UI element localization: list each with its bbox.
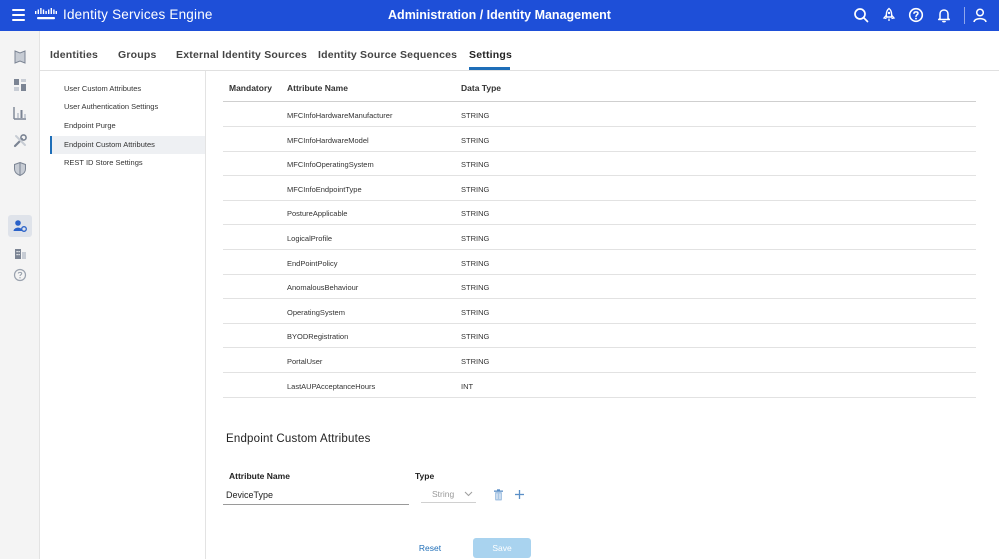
attribute-name-cell: LogicalProfile — [287, 234, 333, 243]
user-icon[interactable] — [972, 7, 988, 23]
section-title: Endpoint Custom Attributes — [226, 433, 371, 445]
active-tab-indicator — [469, 67, 510, 70]
table-row[interactable]: LastAUPAcceptanceHours INT — [223, 373, 976, 398]
data-type-cell: STRING — [461, 111, 490, 120]
tools-icon[interactable] — [12, 133, 28, 149]
column-header-mandatory: Mandatory — [229, 83, 272, 93]
table-row[interactable]: MFCInfoEndpointType STRING — [223, 176, 976, 201]
trash-icon[interactable] — [493, 489, 504, 501]
column-header-attribute-name: Attribute Name — [287, 83, 348, 93]
table-row[interactable]: AnomalousBehaviour STRING — [223, 274, 976, 300]
menu-icon[interactable] — [12, 9, 25, 21]
help-icon[interactable] — [908, 7, 924, 23]
data-type-cell: INT — [461, 381, 474, 391]
data-type-cell: STRING — [461, 184, 490, 194]
data-type-cell: STRING — [461, 135, 490, 145]
work-centers-icon[interactable] — [12, 245, 28, 261]
table-row[interactable]: MFCInfoHardwareModel STRING — [223, 127, 976, 152]
administration-icon[interactable] — [12, 218, 28, 234]
attribute-name-cell: AnomalousBehaviour — [287, 283, 359, 293]
data-type-cell: STRING — [461, 357, 490, 366]
table-row[interactable]: EndPointPolicy STRING — [223, 250, 976, 275]
bookmark-icon[interactable] — [12, 49, 28, 65]
plus-icon[interactable] — [514, 489, 525, 500]
tab-groups[interactable]: Groups — [118, 49, 157, 61]
table-row[interactable]: LogicalProfile STRING — [223, 225, 976, 250]
chevron-down-icon — [464, 491, 473, 497]
menu-item-user-authentication-settings[interactable]: User Authentication Settings — [50, 98, 205, 116]
analytics-icon[interactable] — [12, 105, 28, 121]
data-type-cell: STRING — [461, 332, 490, 342]
table-header: Mandatory Attribute Name Data Type — [223, 71, 976, 102]
attribute-name-cell: LastAUPAcceptanceHours — [287, 381, 376, 391]
reset-button[interactable]: Reset — [408, 538, 452, 558]
tab-identities[interactable]: Identities — [50, 49, 98, 61]
attribute-name-cell: MFCInfoHardwareModel — [287, 135, 369, 145]
attribute-name-cell: MFCInfoEndpointType — [287, 184, 362, 194]
attribute-name-cell: MFCInfoOperatingSystem — [287, 160, 374, 170]
data-type-cell: STRING — [461, 160, 490, 170]
type-select[interactable]: String — [421, 487, 476, 503]
data-type-cell: STRING — [461, 234, 490, 243]
tab-external-identity-sources[interactable]: External Identity Sources — [176, 49, 307, 61]
tab-bar: Identities Groups External Identity Sour… — [40, 31, 999, 71]
table-row[interactable]: MFCInfoHardwareManufacturer STRING — [223, 102, 976, 127]
attribute-name-cell: BYODRegistration — [287, 332, 349, 342]
menu-item-rest-id-store-settings[interactable]: REST ID Store Settings — [50, 154, 205, 172]
type-select-value: String — [432, 489, 455, 499]
attribute-name-input[interactable] — [223, 486, 409, 505]
attribute-name-cell: EndPointPolicy — [287, 258, 338, 268]
data-type-cell: STRING — [461, 283, 490, 293]
rail-help-icon[interactable] — [12, 267, 28, 283]
tab-settings[interactable]: Settings — [469, 49, 512, 61]
menu-item-user-custom-attributes[interactable]: User Custom Attributes — [50, 80, 205, 98]
menu-item-endpoint-custom-attributes[interactable]: Endpoint Custom Attributes — [50, 136, 205, 154]
table-row[interactable]: PortalUser STRING — [223, 348, 976, 373]
column-header-data-type: Data Type — [461, 83, 501, 93]
app-title: Identity Services Engine — [63, 7, 213, 22]
table-row[interactable]: BYODRegistration STRING — [223, 323, 976, 349]
attribute-name-label: Attribute Name — [229, 471, 290, 481]
shield-icon[interactable] — [12, 161, 28, 177]
attribute-name-cell: OperatingSystem — [287, 307, 345, 317]
attribute-name-cell: PortalUser — [287, 357, 323, 366]
search-icon[interactable] — [853, 7, 869, 23]
type-label: Type — [415, 471, 435, 481]
header-divider — [964, 7, 965, 24]
attribute-name-cell: PostureApplicable — [287, 209, 348, 219]
table-row[interactable]: OperatingSystem STRING — [223, 299, 976, 324]
bell-icon[interactable] — [936, 7, 952, 23]
attribute-name-cell: MFCInfoHardwareManufacturer — [287, 111, 393, 120]
tab-identity-source-sequences[interactable]: Identity Source Sequences — [318, 49, 457, 61]
table-row[interactable]: PostureApplicable STRING — [223, 200, 976, 226]
menu-item-endpoint-purge[interactable]: Endpoint Purge — [50, 117, 205, 135]
data-type-cell: STRING — [461, 307, 490, 317]
cisco-logo-icon — [35, 8, 57, 20]
settings-side-menu: User Custom Attributes User Authenticati… — [50, 71, 206, 559]
data-type-cell: STRING — [461, 258, 490, 268]
dashboard-icon[interactable] — [12, 77, 28, 93]
rocket-icon[interactable] — [881, 7, 897, 23]
left-nav-rail — [0, 31, 40, 559]
data-type-cell: STRING — [461, 209, 490, 219]
top-header: Identity Services Engine Administration … — [0, 0, 999, 31]
table-row[interactable]: MFCInfoOperatingSystem STRING — [223, 151, 976, 177]
save-button[interactable]: Save — [473, 538, 531, 558]
